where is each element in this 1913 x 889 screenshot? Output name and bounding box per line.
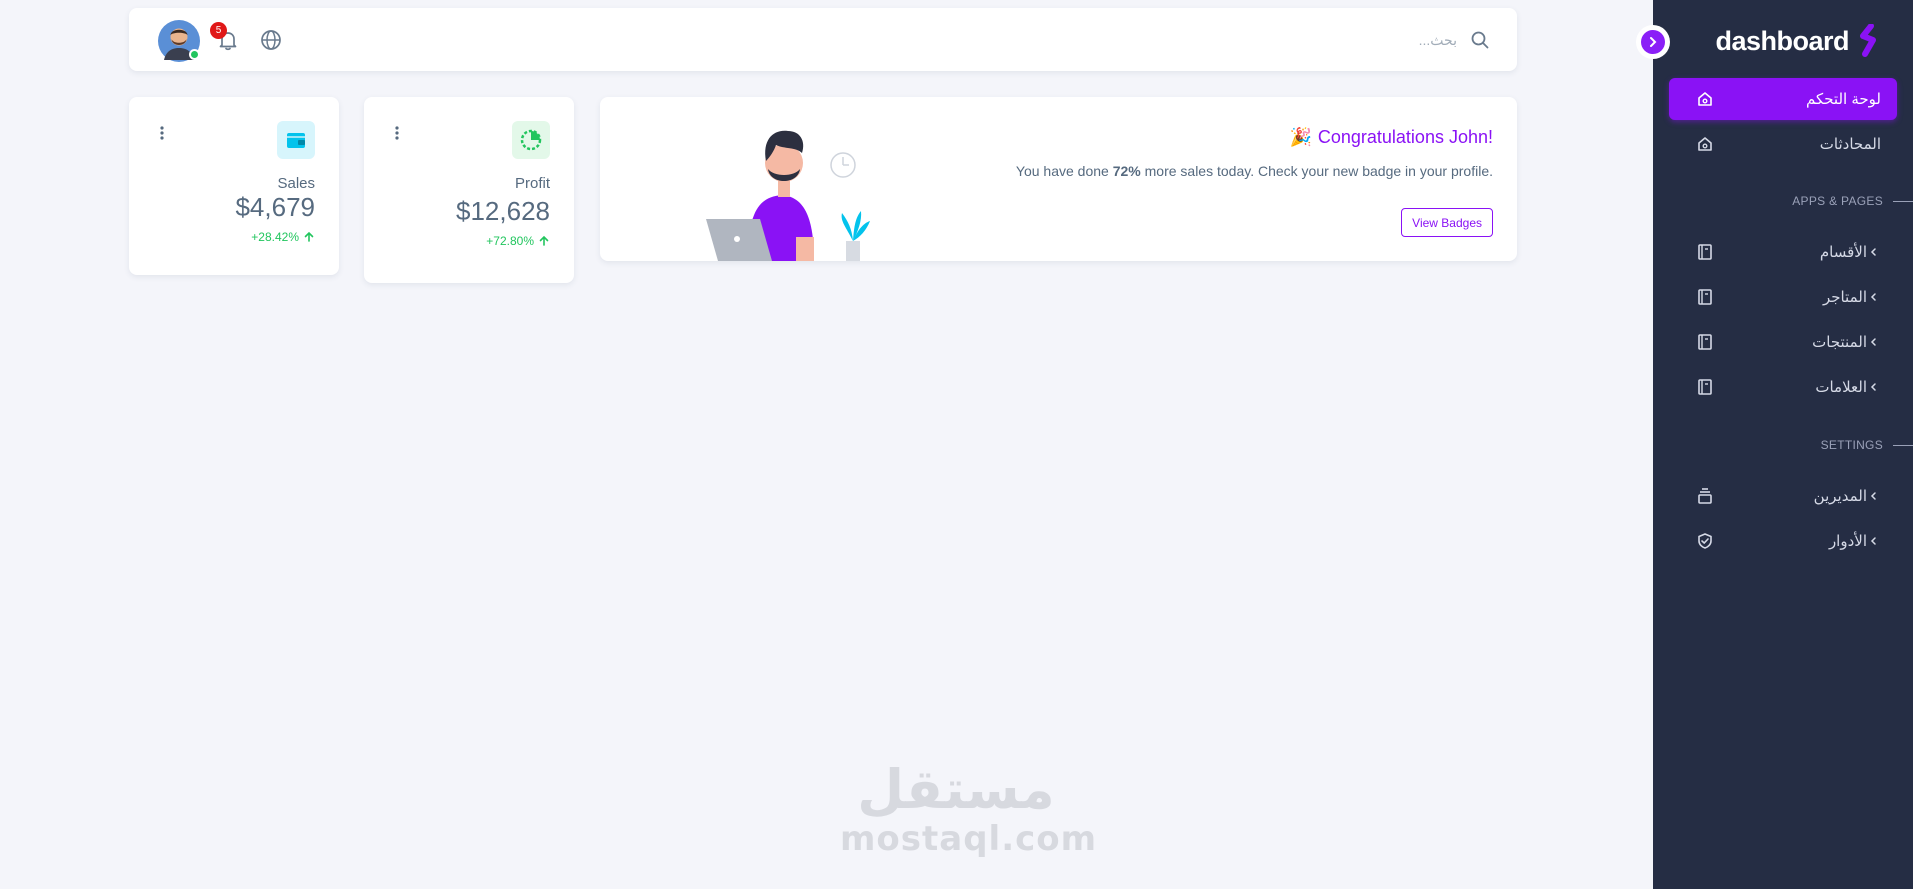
sidebar-item-products[interactable]: المنتجات <box>1669 321 1897 363</box>
stat-label: Profit <box>514 175 550 192</box>
globe-icon[interactable] <box>259 28 283 52</box>
sidebar-item-label: الأقسام <box>1819 244 1867 261</box>
section-header-settings: SETTINGS <box>1821 438 1913 452</box>
section-title: SETTINGS <box>1820 438 1883 452</box>
watermark-latin: mostaql.com <box>840 819 1098 859</box>
chevron-left-icon <box>1867 290 1881 304</box>
sidebar-item-sections[interactable]: الأقسام <box>1669 231 1897 273</box>
congratulations-card: 🎉 Congratulations John! You have done 72… <box>600 97 1517 261</box>
sidebar-item-label: لوحة التحكم <box>1805 91 1881 108</box>
sidebar-item-brands[interactable]: العلامات <box>1669 366 1897 408</box>
section-title: APPS & PAGES <box>1792 194 1883 208</box>
sidebar-item-admins[interactable]: المديرين <box>1669 475 1897 517</box>
stat-change-value: +72.80% <box>486 234 534 248</box>
avatar[interactable] <box>158 20 200 62</box>
brand[interactable]: dashboard <box>1715 24 1883 58</box>
more-vertical-icon[interactable] <box>159 125 165 141</box>
shield-check-icon <box>1695 531 1715 551</box>
sidebar-item-dashboard[interactable]: لوحة التحكم <box>1669 78 1897 120</box>
section-header-apps: APPS & PAGES <box>1792 194 1913 208</box>
sales-stat-card: Sales $4,679 +28.42% <box>129 97 339 275</box>
brand-logo-icon <box>1860 24 1876 57</box>
sidebar-item-chats[interactable]: المحادثات <box>1669 123 1897 165</box>
book-icon <box>1695 242 1715 262</box>
sidebar-collapse-button[interactable] <box>1636 25 1670 59</box>
man-with-laptop-illustration <box>706 130 870 261</box>
congrats-title: 🎉 Congratulations John! <box>1289 127 1493 148</box>
book-icon <box>1695 287 1715 307</box>
wallet-icon <box>277 121 315 159</box>
search-icon[interactable] <box>1469 29 1491 51</box>
search-input[interactable] <box>1157 26 1457 54</box>
sidebar-item-label: العلامات <box>1815 379 1867 396</box>
sidebar-item-label: الأدوار <box>1828 533 1867 550</box>
message-part: You have done <box>1015 163 1113 179</box>
online-status-dot <box>189 49 200 60</box>
message-highlight: 72% <box>1112 163 1141 179</box>
view-badges-button[interactable]: View Badges <box>1401 208 1493 237</box>
chevron-left-icon <box>1867 534 1881 548</box>
chevron-left-icon <box>1867 335 1881 349</box>
watermark-arabic: مستقل <box>857 758 1055 821</box>
stat-change-value: +28.42% <box>251 230 299 244</box>
arrow-up-icon <box>304 231 314 242</box>
chevron-left-icon <box>1867 380 1881 394</box>
brand-name: dashboard <box>1715 25 1849 56</box>
notification-badge: 5 <box>210 22 227 39</box>
watermark: مستقل mostaql.com <box>840 758 1098 859</box>
sidebar-item-label: المنتجات <box>1812 334 1867 351</box>
sidebar-item-label: المتاجر <box>1822 289 1867 306</box>
chevron-left-icon <box>1867 245 1881 259</box>
chevron-right-icon <box>1650 37 1657 47</box>
stack-icon <box>1695 486 1715 506</box>
book-icon <box>1695 332 1715 352</box>
party-popper-icon: 🎉 <box>1289 127 1312 147</box>
profit-stat-card: Profit $12,628 +72.80% <box>364 97 574 283</box>
stat-value: $12,628 <box>456 196 550 226</box>
stat-change: +28.42% <box>251 230 315 244</box>
sidebar-item-stores[interactable]: المتاجر <box>1669 276 1897 318</box>
arrow-up-icon <box>539 235 549 246</box>
sidebar: dashboard لوحة التحكم المحادثات APPS & P… <box>1636 0 1913 889</box>
sidebar-item-roles[interactable]: الأدوار <box>1669 520 1897 562</box>
chevron-left-icon <box>1867 489 1881 503</box>
stat-change: +72.80% <box>486 234 550 248</box>
congrats-title-text: Congratulations John! <box>1317 127 1493 147</box>
stat-label: Sales <box>277 175 315 192</box>
stat-value: $4,679 <box>235 192 315 222</box>
sidebar-item-label: المحادثات <box>1819 136 1881 153</box>
more-vertical-icon[interactable] <box>394 125 400 141</box>
book-icon <box>1695 377 1715 397</box>
message-part: more sales today. Check your new badge i… <box>1140 163 1493 179</box>
sidebar-item-label: المديرين <box>1813 488 1867 505</box>
home-icon <box>1695 89 1715 109</box>
congrats-message: You have done 72% more sales today. Chec… <box>1016 163 1493 179</box>
top-navbar: 5 <box>129 8 1517 71</box>
pie-chart-icon <box>512 121 550 159</box>
home-icon <box>1695 134 1715 154</box>
